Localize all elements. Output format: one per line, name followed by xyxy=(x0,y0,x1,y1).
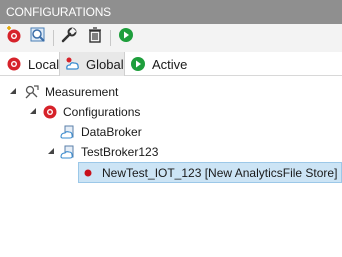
cloud-user-icon xyxy=(64,56,80,72)
play-icon xyxy=(130,56,146,72)
tree-node-databroker[interactable]: DataBroker xyxy=(60,122,142,142)
measurement-icon xyxy=(24,84,40,100)
settings-button[interactable] xyxy=(59,27,79,47)
toolbar-separator xyxy=(53,30,54,46)
tree-node-label: DataBroker xyxy=(81,125,142,139)
tab-label: Global xyxy=(86,56,124,72)
add-record-icon xyxy=(5,25,23,49)
tree-node-measurement[interactable]: Measurement xyxy=(24,82,118,102)
tab-label: Local xyxy=(28,56,60,72)
add-configuration-button[interactable] xyxy=(4,25,24,49)
collapse-caret[interactable] xyxy=(47,147,55,155)
red-dot-icon xyxy=(81,165,97,181)
tree-node-label: Configurations xyxy=(63,105,141,119)
scope-tabs: Local Global Active xyxy=(0,52,342,76)
run-button[interactable] xyxy=(116,27,136,47)
tree-node-newtest-iot[interactable]: NewTest_IOT_123 [New AnalyticsFile Store… xyxy=(78,162,342,183)
broker-icon xyxy=(60,144,76,160)
tree-node-label: TestBroker123 xyxy=(81,145,159,159)
tab-global[interactable]: Global xyxy=(59,52,125,76)
record-icon xyxy=(6,56,22,72)
tree-node-label: Measurement xyxy=(45,85,119,99)
panel-title: CONFIGURATIONS xyxy=(0,0,342,24)
collapse-caret[interactable] xyxy=(29,107,37,115)
tree-node-testbroker[interactable]: TestBroker123 xyxy=(60,142,158,162)
tab-active[interactable]: Active xyxy=(126,52,188,76)
magnifier-icon xyxy=(29,26,47,49)
toolbar-separator xyxy=(110,30,111,46)
delete-button[interactable] xyxy=(85,26,105,49)
wrench-icon xyxy=(60,26,78,49)
tree-node-configurations[interactable]: Configurations xyxy=(42,102,140,122)
tab-label: Active xyxy=(152,56,188,72)
record-icon xyxy=(42,104,58,120)
search-button[interactable] xyxy=(28,27,48,47)
broker-icon xyxy=(60,124,76,140)
trash-icon xyxy=(86,26,104,49)
tab-local[interactable]: Local xyxy=(2,52,60,76)
tree-node-label: NewTest_IOT_123 [New AnalyticsFile Store… xyxy=(102,165,338,180)
play-icon xyxy=(118,27,134,48)
toolbar xyxy=(0,24,342,52)
collapse-caret[interactable] xyxy=(9,87,17,95)
